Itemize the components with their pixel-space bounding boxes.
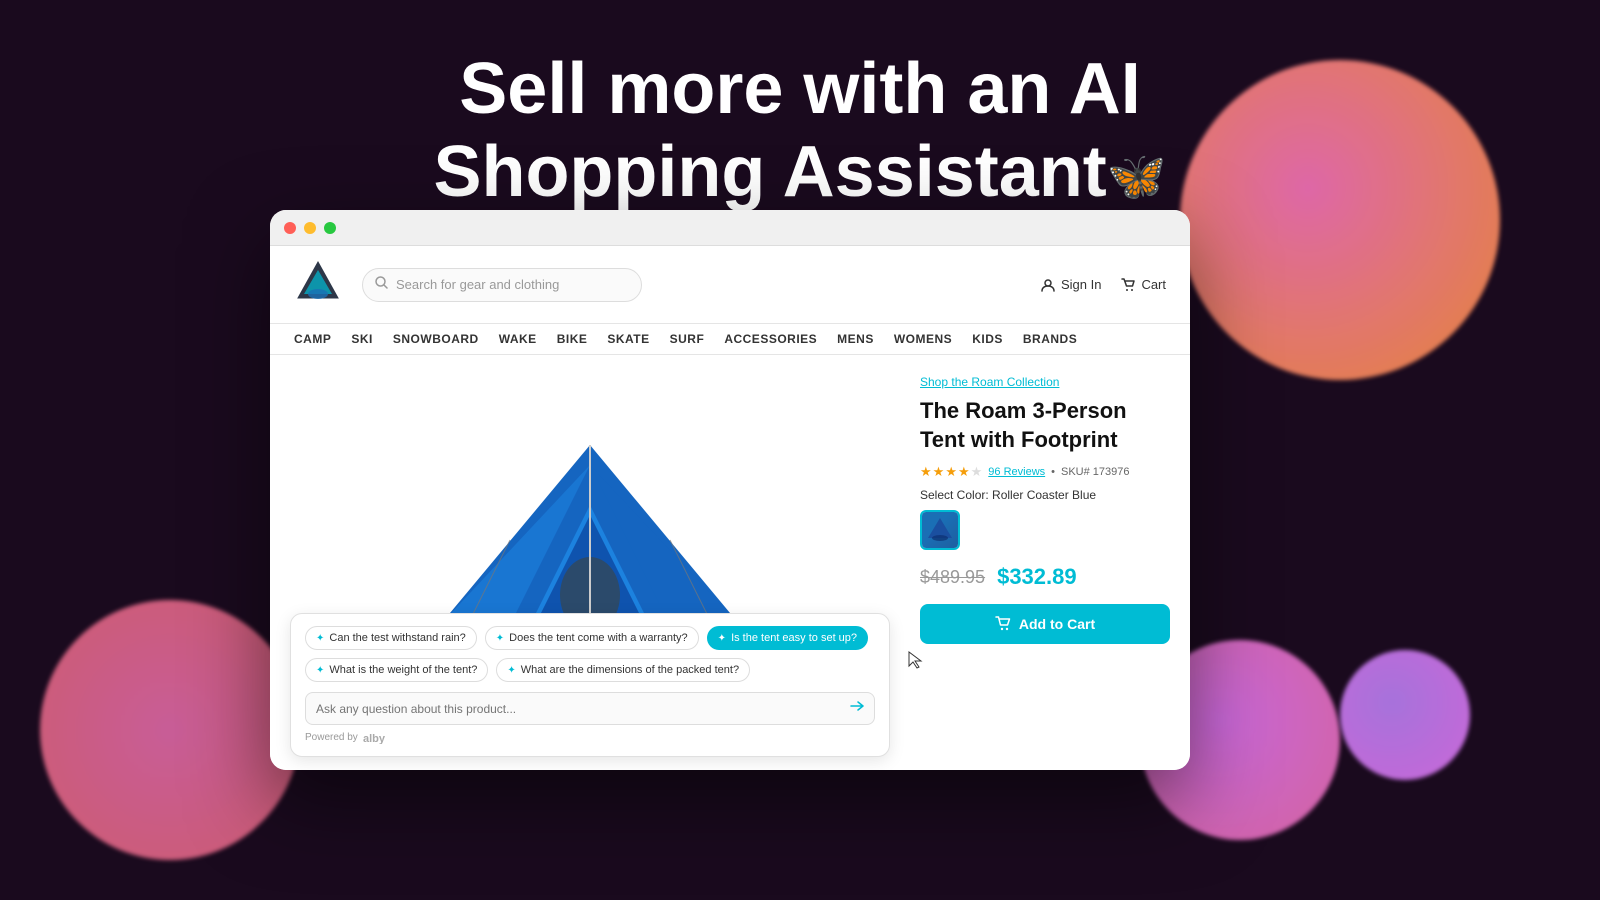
chat-input-field[interactable] bbox=[316, 702, 850, 716]
chip-icon-1: ✦ bbox=[316, 633, 324, 644]
color-label: Select Color: Roller Coaster Blue bbox=[920, 488, 1170, 502]
menu-item-womens[interactable]: WOMENS bbox=[894, 332, 952, 346]
collection-link[interactable]: Shop the Roam Collection bbox=[920, 375, 1170, 389]
chat-suggestions: ✦ Can the test withstand rain? ✦ Does th… bbox=[305, 626, 875, 682]
powered-by-text: Powered by bbox=[305, 732, 358, 743]
star-3: ★ bbox=[945, 464, 957, 480]
menu-item-skate[interactable]: SKATE bbox=[607, 332, 649, 346]
nav-right: Sign In Cart bbox=[1041, 277, 1166, 292]
hero-icon: 🦋 bbox=[1107, 150, 1167, 203]
menu-item-accessories[interactable]: ACCESSORIES bbox=[724, 332, 817, 346]
menu-item-surf[interactable]: SURF bbox=[670, 332, 705, 346]
menu-item-mens[interactable]: MENS bbox=[837, 332, 874, 346]
alby-logo: alby bbox=[363, 731, 399, 744]
menu-item-bike[interactable]: BIKE bbox=[557, 332, 588, 346]
reviews-count[interactable]: 96 Reviews bbox=[988, 466, 1045, 478]
suggestion-text-2: Does the tent come with a warranty? bbox=[509, 632, 688, 644]
ai-chat-widget: ✦ Can the test withstand rain? ✦ Does th… bbox=[290, 613, 890, 757]
window-close-button[interactable] bbox=[284, 222, 296, 234]
menu-bar: CAMP SKI SNOWBOARD WAKE BIKE SKATE SURF … bbox=[270, 324, 1190, 355]
decorative-blob-top-right bbox=[1180, 60, 1500, 380]
star-4: ★ bbox=[958, 464, 970, 480]
suggestion-text-5: What are the dimensions of the packed te… bbox=[521, 664, 739, 676]
suggestion-chip-4[interactable]: ✦ What is the weight of the tent? bbox=[305, 658, 488, 682]
browser-window: Search for gear and clothing Sign In Car… bbox=[270, 210, 1190, 770]
chip-icon-3: ✦ bbox=[718, 633, 726, 644]
search-bar[interactable]: Search for gear and clothing bbox=[362, 268, 642, 302]
product-image-section: ✦ Can the test withstand rain? ✦ Does th… bbox=[270, 355, 910, 769]
sign-in-button[interactable]: Sign In bbox=[1041, 277, 1101, 292]
decorative-blob-bottom-left bbox=[40, 600, 300, 860]
search-icon bbox=[375, 276, 388, 294]
powered-by: Powered by alby bbox=[305, 731, 875, 744]
suggestion-chip-5[interactable]: ✦ What are the dimensions of the packed … bbox=[496, 658, 750, 682]
menu-item-ski[interactable]: SKI bbox=[351, 332, 373, 346]
sale-price: $332.89 bbox=[997, 564, 1077, 590]
window-minimize-button[interactable] bbox=[304, 222, 316, 234]
rating-row: ★ ★ ★ ★ ★ 96 Reviews • SKU# 173976 bbox=[920, 464, 1170, 480]
chip-icon-5: ✦ bbox=[507, 665, 515, 676]
cart-button[interactable]: Cart bbox=[1121, 277, 1166, 292]
star-2: ★ bbox=[933, 464, 945, 480]
product-detail-section: Shop the Roam Collection The Roam 3-Pers… bbox=[910, 355, 1190, 769]
suggestion-chip-3[interactable]: ✦ Is the tent easy to set up? bbox=[707, 626, 868, 650]
star-5: ★ bbox=[971, 464, 983, 480]
menu-item-kids[interactable]: KIDS bbox=[972, 332, 1003, 346]
suggestion-text-3: Is the tent easy to set up? bbox=[731, 632, 857, 644]
store-content: Search for gear and clothing Sign In Car… bbox=[270, 246, 1190, 770]
add-to-cart-label: Add to Cart bbox=[1019, 616, 1095, 632]
svg-text:alby: alby bbox=[363, 733, 386, 744]
hero-line2: Shopping Assistant🦋 bbox=[433, 131, 1166, 214]
product-title: The Roam 3-Person Tent with Footprint bbox=[920, 397, 1170, 454]
color-swatch[interactable] bbox=[920, 510, 960, 550]
suggestion-text-4: What is the weight of the tent? bbox=[329, 664, 477, 676]
chip-icon-4: ✦ bbox=[316, 665, 324, 676]
star-rating: ★ ★ ★ ★ ★ bbox=[920, 464, 982, 480]
sku-number: SKU# 173976 bbox=[1061, 466, 1130, 478]
hero-line1: Sell more with an AI bbox=[433, 48, 1166, 131]
sign-in-label: Sign In bbox=[1061, 277, 1101, 292]
cart-label: Cart bbox=[1141, 277, 1166, 292]
add-to-cart-button[interactable]: Add to Cart bbox=[920, 604, 1170, 644]
hero-section: Sell more with an AI Shopping Assistant🦋 bbox=[433, 48, 1166, 214]
browser-chrome bbox=[270, 210, 1190, 246]
star-1: ★ bbox=[920, 464, 932, 480]
chat-input-row bbox=[305, 692, 875, 725]
suggestion-chip-1[interactable]: ✦ Can the test withstand rain? bbox=[305, 626, 477, 650]
price-row: $489.95 $332.89 bbox=[920, 564, 1170, 590]
menu-item-brands[interactable]: BRANDS bbox=[1023, 332, 1077, 346]
window-maximize-button[interactable] bbox=[324, 222, 336, 234]
original-price: $489.95 bbox=[920, 567, 985, 588]
chip-icon-2: ✦ bbox=[496, 633, 504, 644]
menu-item-wake[interactable]: WAKE bbox=[499, 332, 537, 346]
product-area: ✦ Can the test withstand rain? ✦ Does th… bbox=[270, 355, 1190, 769]
nav-bar: Search for gear and clothing Sign In Car… bbox=[270, 246, 1190, 324]
send-button[interactable] bbox=[850, 699, 864, 718]
menu-item-snowboard[interactable]: SNOWBOARD bbox=[393, 332, 479, 346]
suggestion-text-1: Can the test withstand rain? bbox=[329, 632, 465, 644]
suggestion-chip-2[interactable]: ✦ Does the tent come with a warranty? bbox=[485, 626, 699, 650]
decorative-blob-bottom-right-2 bbox=[1340, 650, 1470, 780]
color-swatch-inner bbox=[922, 512, 958, 548]
store-logo[interactable] bbox=[294, 258, 342, 311]
sku-text: • bbox=[1051, 466, 1055, 478]
menu-item-camp[interactable]: CAMP bbox=[294, 332, 331, 346]
search-placeholder-text: Search for gear and clothing bbox=[396, 277, 559, 292]
